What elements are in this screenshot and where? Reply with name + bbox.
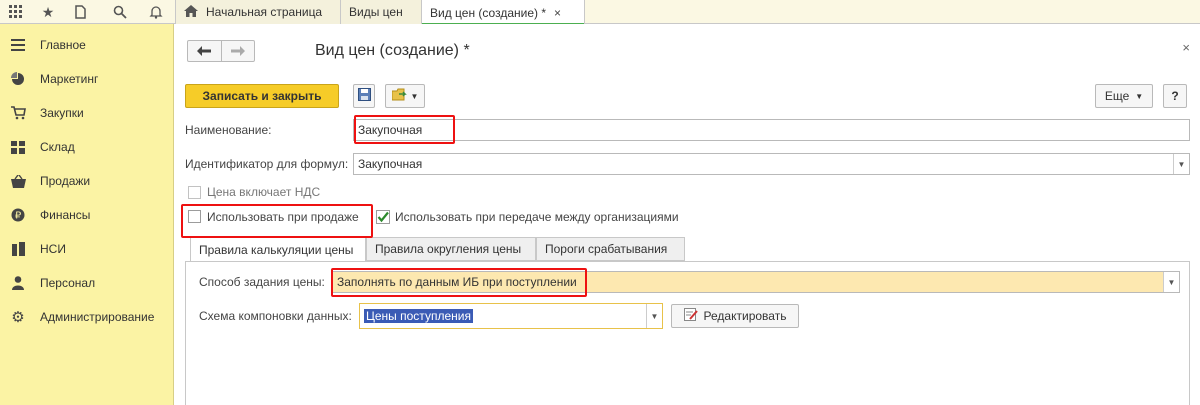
- sidebar-item-main[interactable]: Главное: [0, 28, 174, 62]
- sidebar-item-label: Финансы: [40, 208, 91, 222]
- sidebar-item-label: Администрирование: [40, 310, 155, 324]
- books-icon: [10, 241, 26, 257]
- gear-icon: ⚙: [11, 309, 25, 326]
- edit-icon: [683, 308, 698, 324]
- warehouse-icon: [10, 139, 26, 155]
- folder-arrow-icon: [391, 88, 407, 104]
- sidebar-item-warehouse[interactable]: Склад: [0, 130, 174, 164]
- close-icon[interactable]: ×: [554, 6, 561, 20]
- tab-price-type-create[interactable]: Вид цен (создание) * ×: [421, 0, 585, 25]
- chevron-down-icon[interactable]: ▼: [1163, 272, 1179, 292]
- schema-field[interactable]: Цены поступления ▼: [359, 303, 663, 329]
- name-field[interactable]: Закупочная: [353, 119, 1190, 141]
- use-transfer-checkbox[interactable]: [376, 210, 390, 224]
- tab-calc-rules[interactable]: Правила калькуляции цены: [190, 237, 366, 262]
- help-button[interactable]: ?: [1163, 84, 1187, 108]
- tab-price-types[interactable]: Виды цен: [340, 0, 421, 24]
- form-area: Вид цен (создание) * × Записать и закрыт…: [175, 24, 1200, 405]
- chevron-down-icon[interactable]: ▼: [1173, 154, 1189, 174]
- name-label: Наименование:: [185, 123, 272, 137]
- tab-label: Виды цен: [349, 5, 403, 19]
- sidebar-item-label: Склад: [40, 140, 75, 154]
- tab-label: Вид цен (создание) *: [430, 5, 547, 20]
- edit-button[interactable]: Редактировать: [671, 304, 799, 328]
- annotation-box-name: [354, 115, 455, 144]
- annotation-box-price-method: [331, 268, 587, 297]
- forward-arrow-icon[interactable]: [222, 41, 255, 61]
- schema-value: Цены поступления: [364, 309, 473, 323]
- formula-id-label: Идентификатор для формул:: [185, 157, 349, 171]
- sidebar-item-personnel[interactable]: Персонал: [0, 266, 174, 300]
- price-method-label: Способ задания цены:: [199, 275, 325, 289]
- menu-lines-icon: [10, 37, 26, 53]
- tab-home[interactable]: Начальная страница: [175, 0, 340, 24]
- home-icon: [184, 4, 198, 20]
- star-icon[interactable]: ★: [32, 0, 64, 24]
- sidebar-item-marketing[interactable]: Маркетинг: [0, 62, 174, 96]
- sidebar-item-admin[interactable]: ⚙ Администрирование: [0, 300, 174, 334]
- coin-icon: ₽: [10, 207, 26, 223]
- sidebar-item-finance[interactable]: ₽ Финансы: [0, 198, 174, 232]
- more-label: Еще: [1104, 89, 1130, 103]
- chevron-down-icon: ▼: [410, 91, 419, 101]
- sidebar-item-label: Персонал: [40, 276, 96, 290]
- create-based-on-button[interactable]: ▼: [385, 84, 425, 108]
- vat-checkbox[interactable]: [188, 186, 201, 199]
- schema-label: Схема компоновки данных:: [199, 309, 352, 323]
- search-icon[interactable]: [104, 0, 136, 24]
- vat-label: Цена включает НДС: [207, 185, 321, 199]
- pie-chart-icon: [10, 71, 26, 87]
- sidebar-item-nsi[interactable]: НСИ: [0, 232, 174, 266]
- bell-icon[interactable]: [140, 0, 172, 24]
- floppy-icon: [357, 88, 371, 104]
- chevron-down-icon[interactable]: ▼: [646, 304, 662, 328]
- sidebar-item-label: Продажи: [40, 174, 91, 188]
- formula-id-field[interactable]: Закупочная ▼: [353, 153, 1190, 175]
- tab-thresholds[interactable]: Пороги срабатывания: [536, 237, 685, 261]
- back-arrow-icon[interactable]: [188, 41, 222, 61]
- tab-rounding-rules[interactable]: Правила округления цены: [366, 237, 536, 261]
- more-button[interactable]: Еще ▼: [1095, 84, 1153, 108]
- sidebar-item-label: НСИ: [40, 242, 66, 256]
- svg-text:₽: ₽: [15, 211, 22, 222]
- chevron-down-icon: ▼: [1135, 91, 1144, 101]
- save-button[interactable]: [353, 84, 375, 108]
- sidebar-item-label: Закупки: [40, 106, 84, 120]
- apps-grid-icon[interactable]: [0, 0, 32, 24]
- sidebar: Главное Маркетинг Закупки Склад Продажи …: [0, 24, 174, 405]
- edit-label: Редактировать: [703, 309, 787, 323]
- sidebar-item-sales[interactable]: Продажи: [0, 164, 174, 198]
- basket-icon: [10, 173, 26, 189]
- use-transfer-label: Использовать при передаче между организа…: [395, 210, 679, 224]
- sidebar-item-label: Главное: [40, 38, 86, 52]
- close-icon[interactable]: ×: [1182, 40, 1190, 55]
- save-and-close-button[interactable]: Записать и закрыть: [185, 84, 339, 108]
- top-bar: ★ Начальная страница Виды цен Вид цен (с…: [0, 0, 1200, 25]
- page-title: Вид цен (создание) *: [315, 42, 470, 59]
- formula-id-value: Закупочная: [358, 157, 423, 171]
- sidebar-item-label: Маркетинг: [40, 72, 99, 86]
- check-icon: [376, 210, 390, 224]
- cart-icon: [10, 105, 26, 121]
- sidebar-item-purchases[interactable]: Закупки: [0, 96, 174, 130]
- nav-buttons: [187, 40, 255, 62]
- annotation-box-use-sale: [181, 204, 373, 238]
- person-icon: [10, 275, 26, 291]
- tab-label: Начальная страница: [206, 5, 323, 19]
- history-icon[interactable]: [64, 0, 96, 24]
